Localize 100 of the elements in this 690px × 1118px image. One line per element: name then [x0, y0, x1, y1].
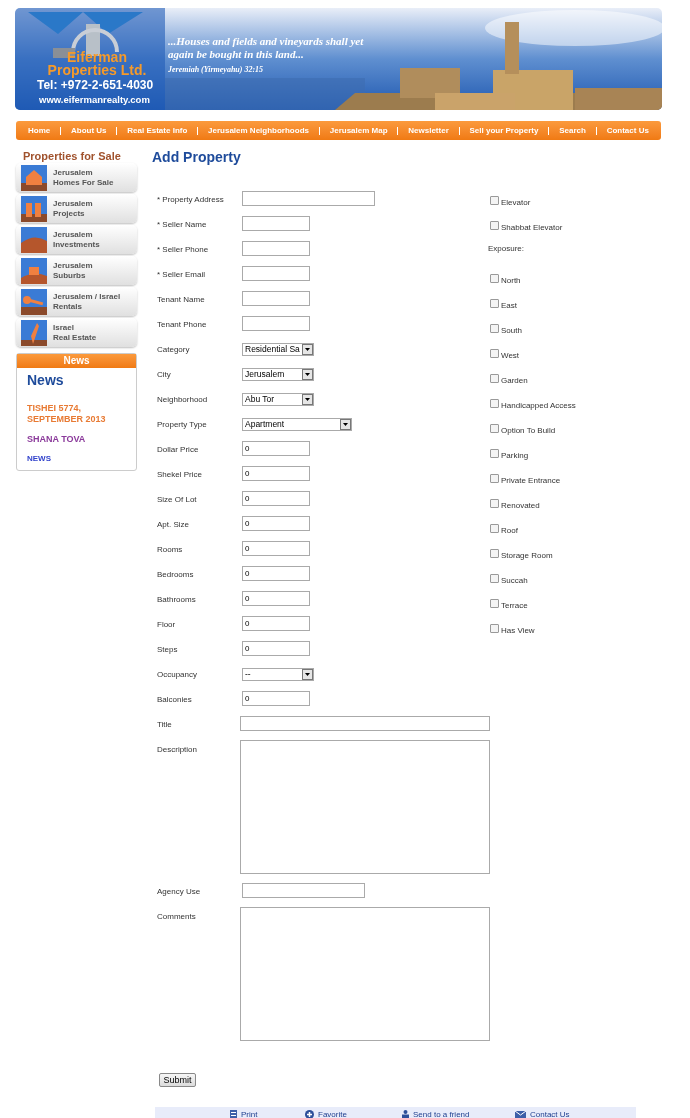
text-area[interactable] [240, 740, 490, 874]
checkbox[interactable] [490, 324, 499, 333]
news-heading: News [27, 373, 65, 387]
sidebar-item[interactable]: Jerusalem Homes For Sale [16, 163, 137, 192]
field-label: Title [156, 720, 173, 730]
input-field[interactable] [242, 316, 310, 331]
banner-quote: ...Houses and fields and vineyards shall yet again be bought in this land... [168, 35, 365, 61]
field-label: Description [156, 745, 198, 755]
envelope-icon [515, 1111, 526, 1118]
field-label: Rooms [156, 545, 184, 555]
field-label: Category [156, 345, 191, 355]
checkbox-label: South [501, 326, 522, 336]
hills-icon [21, 226, 47, 253]
checkbox-label: West [501, 351, 520, 361]
input-field[interactable]: 0 [242, 516, 310, 531]
input-field[interactable]: 0 [242, 491, 310, 506]
field-label: Tenant Name [156, 295, 206, 305]
caret-icon [340, 419, 351, 430]
checkbox[interactable] [490, 299, 499, 308]
checkbox[interactable] [490, 274, 499, 283]
towers-icon [21, 195, 47, 222]
checkbox[interactable] [490, 196, 499, 205]
document-icon [230, 1110, 237, 1118]
page-title: Add Property [152, 149, 242, 165]
input-field[interactable]: 0 [242, 541, 310, 556]
checkbox[interactable] [490, 524, 499, 533]
footer-link[interactable]: Send to a friend [413, 1108, 470, 1118]
caret-icon [302, 394, 313, 405]
input-field[interactable]: 0 [242, 641, 310, 656]
checkbox[interactable] [490, 424, 499, 433]
input-field[interactable]: 0 [242, 591, 310, 606]
footer-link[interactable]: Contact Us [530, 1108, 570, 1118]
field-label: * Seller Phone [156, 245, 210, 255]
checkbox[interactable] [490, 499, 499, 508]
sidebar-item[interactable]: Jerusalem Suburbs [16, 256, 137, 285]
dropdown[interactable]: Jerusalem [242, 368, 314, 381]
checkbox[interactable] [490, 349, 499, 358]
sidebar-item[interactable]: Jerusalem Projects [16, 194, 137, 223]
checkbox[interactable] [490, 624, 499, 633]
footer-link[interactable]: Favorite [318, 1108, 347, 1118]
sidebar-item[interactable]: Israel Real Estate [16, 318, 137, 347]
field-label: Tenant Phone [156, 320, 208, 330]
person-icon [402, 1110, 409, 1118]
checkbox[interactable] [490, 549, 499, 558]
section-label: Exposure: [488, 244, 525, 254]
sidebar-item[interactable]: Jerusalem Investments [16, 225, 137, 254]
dropdown[interactable]: Apartment [242, 418, 352, 431]
dropdown[interactable]: -- [242, 668, 314, 681]
checkbox-label: East [501, 301, 517, 311]
submit-button[interactable]: Submit [159, 1073, 196, 1087]
field-label: Shekel Price [156, 470, 203, 480]
checkbox[interactable] [490, 374, 499, 383]
field-label: Neighborhood [156, 395, 209, 405]
input-field[interactable] [242, 216, 310, 231]
checkbox-label: Has View [501, 626, 535, 636]
input-field[interactable] [242, 883, 365, 898]
field-label: Dollar Price [156, 445, 200, 455]
caret-icon [302, 669, 313, 680]
phone-number: Tel: +972-2-651-4030 [37, 78, 154, 92]
checkbox[interactable] [490, 221, 499, 230]
dropdown[interactable]: Abu Tor [242, 393, 314, 406]
input-field[interactable]: 0 [242, 466, 310, 481]
field-label: Comments [156, 912, 197, 922]
caret-icon [302, 344, 313, 355]
field-label: Property Type [156, 420, 208, 430]
checkbox[interactable] [490, 574, 499, 583]
checkbox-label: North [501, 276, 521, 286]
input-field[interactable] [242, 291, 310, 306]
dropdown[interactable]: Residential Sa [242, 343, 314, 356]
map-icon [21, 319, 47, 346]
footer-link[interactable]: Print [241, 1108, 258, 1118]
news-item: SHANA TOVA [27, 433, 87, 446]
field-label: * Seller Name [156, 220, 208, 230]
checkbox[interactable] [490, 399, 499, 408]
checkbox-label: Succah [501, 576, 528, 586]
sidebar-item[interactable]: Jerusalem / Israel Rentals [16, 287, 137, 316]
field-label: Apt. Size [156, 520, 190, 530]
checkbox[interactable] [490, 599, 499, 608]
input-field[interactable]: 0 [242, 441, 310, 456]
news-link[interactable]: NEWS [27, 452, 136, 465]
input-field[interactable] [242, 241, 310, 256]
text-area[interactable] [240, 907, 490, 1041]
quote-source: Jeremiah (Yirmeyahu) 32:15 [168, 64, 264, 76]
input-field[interactable] [242, 266, 310, 281]
checkbox[interactable] [490, 474, 499, 483]
checkbox-label: Option To Build [501, 426, 556, 436]
checkbox[interactable] [490, 449, 499, 458]
input-field[interactable]: 0 [242, 566, 310, 581]
checkbox-label: Roof [501, 526, 518, 536]
checkbox-label: Parking [501, 451, 529, 461]
news-header: News [17, 354, 136, 368]
input-field[interactable] [242, 191, 375, 206]
field-label: Bedrooms [156, 570, 195, 580]
news-date: TISHEI 5774, SEPTEMBER 2013 [27, 403, 107, 425]
input-field[interactable]: 0 [242, 616, 310, 631]
field-label: City [156, 370, 172, 380]
field-label: Floor [156, 620, 177, 630]
input-field[interactable] [239, 716, 490, 731]
input-field[interactable]: 0 [242, 691, 310, 706]
checkbox-label: Terrace [501, 601, 528, 611]
